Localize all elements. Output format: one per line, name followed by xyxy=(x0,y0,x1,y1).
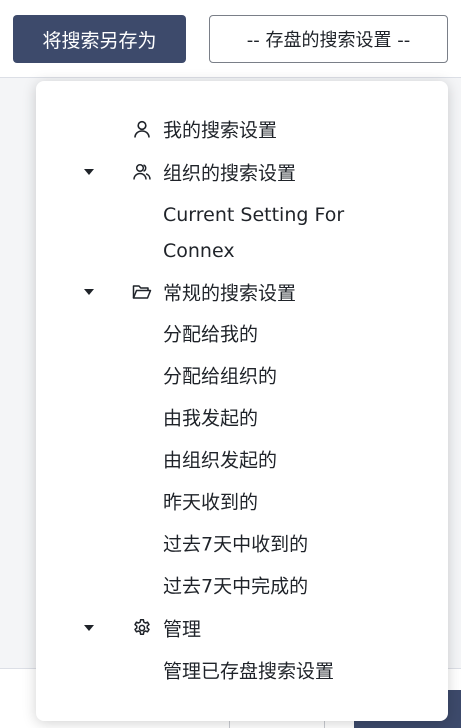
menu-item-label: Current Setting For xyxy=(163,204,345,226)
folder-open-icon xyxy=(132,282,152,302)
caret-down-icon[interactable] xyxy=(84,625,94,631)
user-icon xyxy=(132,119,152,139)
users-icon xyxy=(132,162,152,182)
saved-searches-select[interactable]: -- 存盘的搜索设置 -- xyxy=(209,15,448,63)
menu-item-initiated-by-me[interactable]: 由我发起的 xyxy=(36,397,448,437)
menu-item-label: 分配给组织的 xyxy=(163,365,278,388)
menu-item-manage-saved-searches[interactable]: 管理已存盘搜索设置 xyxy=(36,650,448,690)
menu-item-label: 由组织发起的 xyxy=(163,449,278,472)
menu-group-label: 组织的搜索设置 xyxy=(163,162,297,185)
save-search-as-button[interactable]: 将搜索另存为 xyxy=(13,15,186,63)
menu-item-label: 过去7天中收到的 xyxy=(163,533,309,556)
menu-item-completed-last-7-days[interactable]: 过去7天中完成的 xyxy=(36,565,448,605)
menu-item-assigned-to-me[interactable]: 分配给我的 xyxy=(36,313,448,353)
menu-item-label: 过去7天中完成的 xyxy=(163,575,309,598)
gear-icon xyxy=(132,618,152,638)
menu-group-org-searches[interactable]: 组织的搜索设置 xyxy=(36,152,448,192)
caret-down-icon[interactable] xyxy=(84,169,94,175)
menu-item-received-yesterday[interactable]: 昨天收到的 xyxy=(36,481,448,521)
top-toolbar: 将搜索另存为 -- 存盘的搜索设置 -- xyxy=(0,0,461,78)
menu-item-initiated-by-org[interactable]: 由组织发起的 xyxy=(36,439,448,479)
menu-item-label: 昨天收到的 xyxy=(163,491,259,514)
saved-searches-dropdown: 我的搜索设置 组织的搜索设置 Current Setting For Conne… xyxy=(36,81,448,721)
menu-item-label: 管理已存盘搜索设置 xyxy=(163,660,335,683)
menu-item-label: 我的搜索设置 xyxy=(163,119,278,142)
menu-group-manage[interactable]: 管理 xyxy=(36,608,448,648)
menu-group-general-searches[interactable]: 常规的搜索设置 xyxy=(36,272,448,312)
menu-group-label: 管理 xyxy=(163,618,202,641)
menu-item-assigned-to-org[interactable]: 分配给组织的 xyxy=(36,355,448,395)
menu-item-label: 分配给我的 xyxy=(163,323,259,346)
menu-item-label: Connex xyxy=(163,240,235,262)
menu-group-label: 常规的搜索设置 xyxy=(163,282,297,305)
menu-item-label: 由我发起的 xyxy=(163,407,259,430)
menu-item-received-last-7-days[interactable]: 过去7天中收到的 xyxy=(36,523,448,563)
menu-item-my-searches[interactable]: 我的搜索设置 xyxy=(36,109,448,149)
caret-down-icon[interactable] xyxy=(84,289,94,295)
